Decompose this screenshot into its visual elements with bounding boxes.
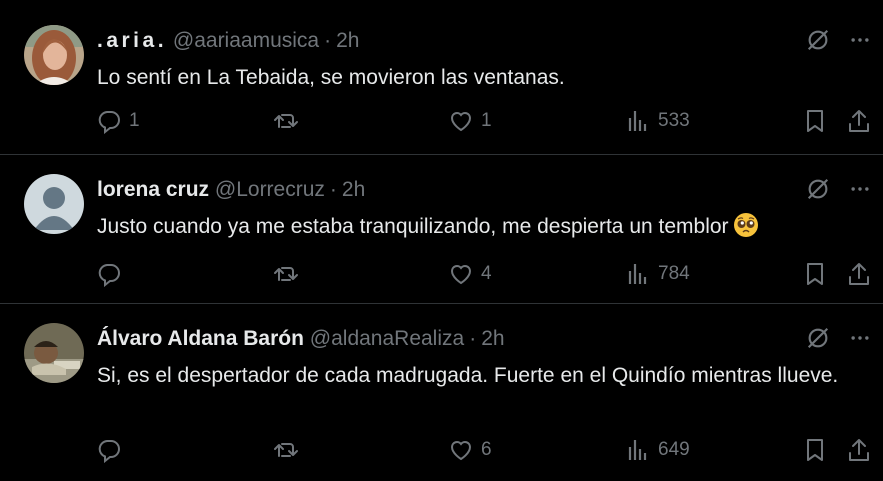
retweet-button[interactable]	[273, 435, 306, 465]
reply-icon	[98, 111, 120, 134]
share-button[interactable]	[846, 259, 872, 289]
like-button[interactable]: 4	[448, 259, 492, 289]
reply-button[interactable]: 1	[96, 106, 140, 136]
display-name[interactable]: Álvaro Aldana Barón	[97, 327, 304, 350]
analytics-icon	[628, 264, 647, 284]
tweet-header: .aria. @aariaamusica · 2h	[97, 28, 359, 54]
tweet-text: Lo sentí en La Tebaida, se movieron las …	[97, 62, 857, 93]
separator-dot: ·	[469, 327, 477, 350]
views-button[interactable]: 649	[625, 435, 690, 465]
avatar[interactable]	[24, 323, 84, 383]
more-options-icon[interactable]	[846, 26, 874, 54]
grok-icon[interactable]	[804, 175, 832, 203]
user-handle[interactable]: @aariaamusica	[173, 29, 319, 52]
bookmark-button[interactable]	[802, 435, 828, 465]
view-count: 784	[658, 263, 690, 284]
view-count: 533	[658, 110, 690, 131]
share-icon	[849, 110, 869, 132]
tweet-header: lorena cruz @Lorrecruz · 2h	[97, 177, 365, 203]
tweet[interactable]: Álvaro Aldana Barón @aldanaRealiza · 2h Si…	[0, 304, 883, 481]
display-name[interactable]: lorena cruz	[97, 178, 209, 201]
view-count: 649	[658, 439, 690, 460]
like-button[interactable]: 6	[448, 435, 492, 465]
bookmark-icon	[807, 263, 823, 285]
share-icon	[849, 439, 869, 461]
retweet-button[interactable]	[273, 259, 306, 289]
tweet-header: Álvaro Aldana Barón @aldanaRealiza · 2h	[97, 326, 505, 352]
tweet-actions: 6 649	[0, 435, 883, 465]
tweet-text: Si, es el despertador de cada madrugada.…	[97, 360, 857, 391]
views-button[interactable]: 533	[625, 106, 690, 136]
tweet-text-content: Si, es el despertador de cada madrugada.…	[97, 364, 839, 387]
reply-button[interactable]	[96, 259, 129, 289]
like-count: 1	[481, 110, 492, 131]
share-button[interactable]	[846, 106, 872, 136]
tweet-actions: 4 784	[0, 259, 883, 289]
reply-button[interactable]	[96, 435, 129, 465]
retweet-icon	[274, 443, 298, 457]
analytics-icon	[628, 111, 647, 131]
user-handle[interactable]: @aldanaRealiza	[310, 327, 464, 350]
tweet-actions: 1 1 533	[0, 106, 883, 136]
like-count: 4	[481, 263, 492, 284]
bookmark-button[interactable]	[802, 106, 828, 136]
heart-icon	[450, 441, 472, 461]
retweet-icon	[274, 267, 298, 281]
timestamp[interactable]: 2h	[481, 327, 504, 350]
heart-icon	[450, 112, 472, 132]
grok-icon[interactable]	[804, 324, 832, 352]
more-options-icon[interactable]	[846, 175, 874, 203]
display-name[interactable]: .aria.	[97, 29, 167, 52]
more-options-icon[interactable]	[846, 324, 874, 352]
timestamp[interactable]: 2h	[342, 178, 365, 201]
avatar[interactable]	[24, 25, 84, 85]
retweet-icon	[274, 114, 298, 128]
bookmark-icon	[807, 439, 823, 461]
tweet-text-content: Justo cuando ya me estaba tranquilizando…	[97, 215, 729, 238]
timestamp[interactable]: 2h	[336, 29, 359, 52]
tweet[interactable]: lorena cruz @Lorrecruz · 2h Justo cuando y…	[0, 155, 883, 304]
retweet-button[interactable]	[273, 106, 306, 136]
separator-dot: ·	[324, 29, 332, 52]
like-count: 6	[481, 439, 492, 460]
bookmark-button[interactable]	[802, 259, 828, 289]
share-button[interactable]	[846, 435, 872, 465]
views-button[interactable]: 784	[625, 259, 690, 289]
grok-icon[interactable]	[804, 26, 832, 54]
reply-icon	[98, 264, 120, 287]
like-button[interactable]: 1	[448, 106, 492, 136]
reply-icon	[98, 440, 120, 463]
heart-icon	[450, 265, 472, 285]
tweet[interactable]: .aria. @aariaamusica · 2h Lo sentí en La T…	[0, 0, 883, 155]
bookmark-icon	[807, 110, 823, 132]
avatar[interactable]	[24, 174, 84, 234]
share-icon	[849, 263, 869, 285]
tweet-feed: .aria. @aariaamusica · 2h Lo sentí en La T…	[0, 0, 883, 481]
user-handle[interactable]: @Lorrecruz	[215, 178, 325, 201]
tweet-text-content: Lo sentí en La Tebaida, se movieron las …	[97, 66, 565, 89]
reply-count: 1	[129, 110, 140, 131]
separator-dot: ·	[329, 178, 337, 201]
pleading-face-icon	[733, 212, 759, 238]
tweet-text: Justo cuando ya me estaba tranquilizando…	[97, 211, 857, 242]
analytics-icon	[628, 440, 647, 460]
